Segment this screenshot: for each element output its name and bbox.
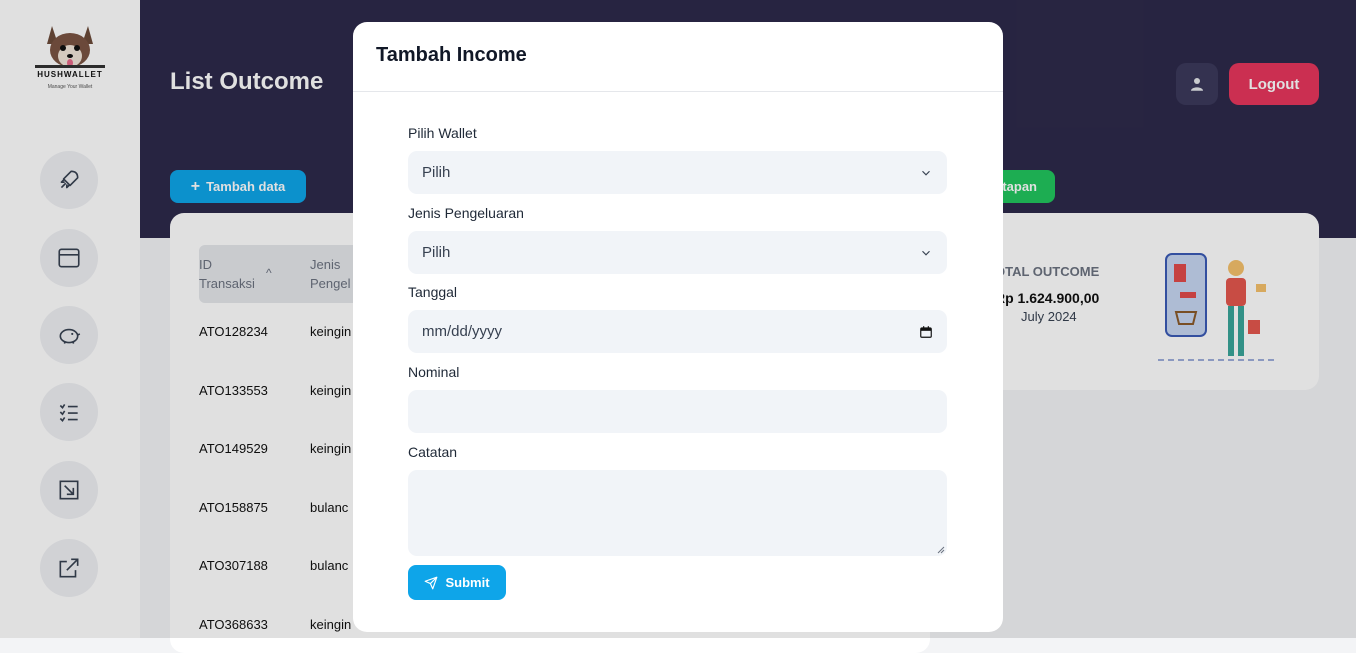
- tanggal-date-input[interactable]: mm/dd/yyyy: [408, 310, 947, 353]
- nominal-input[interactable]: [408, 390, 947, 433]
- jenis-select-value: Pilih: [422, 244, 451, 261]
- wallet-select[interactable]: Pilih: [408, 151, 947, 194]
- add-income-modal: Tambah Income Pilih Wallet Pilih Jenis P…: [353, 22, 1003, 632]
- modal-divider: [353, 91, 1003, 92]
- submit-button[interactable]: Submit: [408, 565, 506, 600]
- wallet-label: Pilih Wallet: [408, 125, 477, 141]
- modal-title: Tambah Income: [376, 44, 527, 66]
- jenis-select[interactable]: Pilih: [408, 231, 947, 274]
- resize-handle-icon[interactable]: [935, 544, 945, 554]
- tanggal-label: Tanggal: [408, 284, 458, 300]
- wallet-select-value: Pilih: [422, 164, 451, 181]
- send-icon: [425, 576, 438, 589]
- tanggal-placeholder: mm/dd/yyyy: [422, 323, 503, 340]
- nominal-label: Nominal: [408, 364, 460, 380]
- catatan-textarea[interactable]: [408, 470, 947, 556]
- calendar-icon[interactable]: [919, 325, 933, 339]
- chevron-down-icon: [922, 170, 930, 176]
- chevron-down-icon: [922, 250, 930, 256]
- jenis-label: Jenis Pengeluaran: [408, 205, 524, 221]
- catatan-label: Catatan: [408, 444, 458, 460]
- submit-label: Submit: [445, 575, 490, 590]
